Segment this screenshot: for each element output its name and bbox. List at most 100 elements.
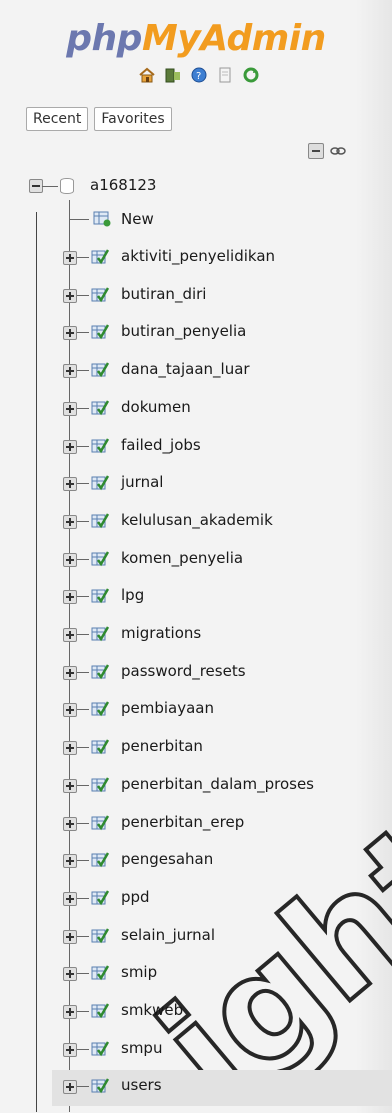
svg-text:?: ? — [196, 71, 201, 82]
table-name-label[interactable]: butiran_penyelia — [121, 322, 246, 340]
table-structure-icon[interactable] — [91, 512, 109, 530]
documentation-icon[interactable] — [216, 66, 234, 84]
expand-table-icon[interactable] — [63, 967, 77, 981]
expand-table-icon[interactable] — [63, 515, 77, 529]
navigation-toolbar: ? — [138, 66, 260, 84]
table-name-label[interactable]: pembiayaan — [121, 699, 214, 717]
table-structure-icon[interactable] — [91, 625, 109, 643]
recent-tab[interactable]: Recent — [26, 107, 89, 131]
table-name-label[interactable]: jurnal — [121, 473, 163, 491]
tree-branch — [77, 596, 89, 597]
collapse-all-icon[interactable] — [308, 143, 324, 159]
table-name-label[interactable]: kelulusan_akademik — [121, 511, 273, 529]
expand-table-icon[interactable] — [63, 477, 77, 491]
help-icon[interactable]: ? — [190, 66, 208, 84]
tree-branch — [77, 408, 89, 409]
tree-branch — [77, 332, 89, 333]
table-structure-icon[interactable] — [91, 587, 109, 605]
table-structure-icon[interactable] — [91, 361, 109, 379]
phpmyadmin-logo[interactable]: phpMyAdmin — [0, 18, 392, 59]
table-structure-icon[interactable] — [91, 323, 109, 341]
expand-table-icon[interactable] — [63, 892, 77, 906]
expand-table-icon[interactable] — [63, 703, 77, 717]
table-structure-icon[interactable] — [91, 851, 109, 869]
table-name-label[interactable]: failed_jobs — [121, 436, 201, 454]
table-name-label[interactable]: butiran_diri — [121, 285, 206, 303]
table-structure-icon[interactable] — [91, 399, 109, 417]
table-name-label[interactable]: aktiviti_penyelidikan — [121, 247, 275, 265]
expand-table-icon[interactable] — [63, 741, 77, 755]
new-table-icon — [93, 211, 111, 227]
tree-branch — [77, 634, 89, 635]
table-name-label[interactable]: komen_penyelia — [121, 549, 243, 567]
tree-branch — [77, 1049, 89, 1050]
logo-myadmin-text: MyAdmin — [141, 18, 326, 59]
table-structure-icon[interactable] — [91, 738, 109, 756]
table-name-label[interactable]: users — [121, 1076, 162, 1094]
table-name-label[interactable]: dokumen — [121, 398, 191, 416]
expand-table-icon[interactable] — [63, 666, 77, 680]
expand-table-icon[interactable] — [63, 1005, 77, 1019]
expand-table-icon[interactable] — [63, 402, 77, 416]
expand-table-icon[interactable] — [63, 364, 77, 378]
expand-table-icon[interactable] — [63, 1080, 77, 1094]
table-name-label[interactable]: penerbitan_dalam_proses — [121, 775, 314, 793]
tree-branch — [77, 521, 89, 522]
tree-branch — [77, 860, 89, 861]
tree-branch — [77, 672, 89, 673]
expand-table-icon[interactable] — [63, 1043, 77, 1057]
collapse-database-icon[interactable] — [29, 179, 43, 193]
tree-branch — [77, 295, 89, 296]
favorites-tab[interactable]: Favorites — [94, 107, 172, 131]
table-name-label[interactable]: lpg — [121, 586, 144, 604]
table-structure-icon[interactable] — [91, 964, 109, 982]
table-structure-icon[interactable] — [91, 437, 109, 455]
tree-connector-db — [36, 212, 37, 1112]
tree-branch — [77, 257, 89, 258]
table-name-label[interactable]: ppd — [121, 888, 150, 906]
expand-table-icon[interactable] — [63, 779, 77, 793]
table-structure-icon[interactable] — [91, 248, 109, 266]
table-structure-icon[interactable] — [91, 1040, 109, 1058]
tree-branch — [42, 186, 58, 187]
table-name-label[interactable]: smip — [121, 963, 157, 981]
new-table-label[interactable]: New — [121, 210, 154, 228]
expand-table-icon[interactable] — [63, 251, 77, 265]
table-name-label[interactable]: dana_tajaan_luar — [121, 360, 250, 378]
table-structure-icon[interactable] — [91, 814, 109, 832]
table-structure-icon[interactable] — [91, 286, 109, 304]
table-structure-icon[interactable] — [91, 550, 109, 568]
table-name-label[interactable]: selain_jurnal — [121, 926, 215, 944]
table-structure-icon[interactable] — [91, 663, 109, 681]
table-name-label[interactable]: smkweb — [121, 1001, 183, 1019]
table-structure-icon[interactable] — [91, 889, 109, 907]
expand-table-icon[interactable] — [63, 289, 77, 303]
table-name-label[interactable]: migrations — [121, 624, 201, 642]
table-structure-icon[interactable] — [91, 927, 109, 945]
expand-table-icon[interactable] — [63, 326, 77, 340]
tree-branch — [77, 446, 89, 447]
table-structure-icon[interactable] — [91, 474, 109, 492]
tree-branch — [77, 785, 89, 786]
database-name[interactable]: a168123 — [90, 176, 156, 194]
exit-icon[interactable] — [164, 66, 182, 84]
table-structure-icon[interactable] — [91, 700, 109, 718]
table-name-label[interactable]: penerbitan_erep — [121, 813, 244, 831]
table-name-label[interactable]: smpu — [121, 1039, 162, 1057]
table-structure-icon[interactable] — [91, 776, 109, 794]
table-structure-icon[interactable] — [91, 1002, 109, 1020]
link-icon[interactable] — [330, 146, 346, 156]
home-icon[interactable] — [138, 66, 156, 84]
table-name-label[interactable]: penerbitan — [121, 737, 203, 755]
expand-table-icon[interactable] — [63, 590, 77, 604]
expand-table-icon[interactable] — [63, 930, 77, 944]
expand-table-icon[interactable] — [63, 628, 77, 642]
expand-table-icon[interactable] — [63, 854, 77, 868]
expand-table-icon[interactable] — [63, 817, 77, 831]
table-name-label[interactable]: pengesahan — [121, 850, 213, 868]
table-structure-icon[interactable] — [91, 1077, 109, 1095]
expand-table-icon[interactable] — [63, 440, 77, 454]
expand-table-icon[interactable] — [63, 553, 77, 567]
table-name-label[interactable]: password_resets — [121, 662, 246, 680]
reload-icon[interactable] — [242, 66, 260, 84]
